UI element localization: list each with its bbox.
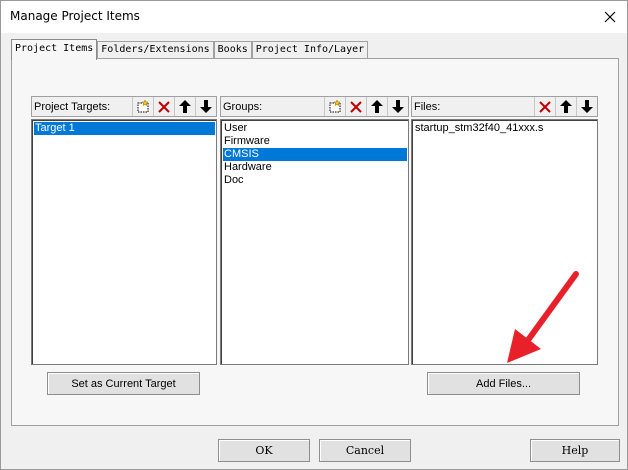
list-item[interactable]: Hardware bbox=[223, 161, 407, 174]
cancel-button[interactable]: Cancel bbox=[319, 439, 411, 462]
arrow-down-icon bbox=[581, 100, 593, 113]
targets-label: Project Targets: bbox=[34, 100, 111, 113]
list-item[interactable]: startup_stm32f40_41xxx.s bbox=[414, 122, 596, 135]
groups-panel: Groups: User Firmware CMSIS Hardware Doc bbox=[220, 96, 409, 365]
files-label: Files: bbox=[414, 100, 441, 113]
ok-button[interactable]: OK bbox=[218, 439, 310, 462]
move-file-down-button[interactable] bbox=[576, 97, 597, 116]
move-target-up-button[interactable] bbox=[174, 97, 195, 116]
list-item[interactable]: Target 1 bbox=[34, 122, 215, 135]
delete-icon bbox=[158, 100, 170, 113]
targets-panel: Project Targets: Target 1 bbox=[31, 96, 217, 365]
files-header: Files: bbox=[411, 96, 598, 117]
move-group-up-button[interactable] bbox=[366, 97, 387, 116]
delete-icon bbox=[539, 100, 551, 113]
tab-strip: Project Items Folders/Extensions Books P… bbox=[11, 39, 369, 60]
set-current-target-button[interactable]: Set as Current Target bbox=[47, 372, 200, 395]
move-target-down-button[interactable] bbox=[195, 97, 216, 116]
move-group-down-button[interactable] bbox=[387, 97, 408, 116]
arrow-down-icon bbox=[392, 100, 404, 113]
title-bar: Manage Project Items bbox=[1, 1, 627, 33]
close-button[interactable] bbox=[599, 6, 621, 28]
window-title: Manage Project Items bbox=[10, 9, 140, 23]
help-button[interactable]: Help bbox=[530, 439, 620, 462]
list-item[interactable]: User bbox=[223, 122, 407, 135]
delete-target-button[interactable] bbox=[153, 97, 174, 116]
targets-list[interactable]: Target 1 bbox=[31, 119, 217, 365]
arrow-up-icon bbox=[560, 100, 572, 113]
add-files-button[interactable]: Add Files... bbox=[427, 372, 580, 395]
delete-file-button[interactable] bbox=[534, 97, 555, 116]
annotation-arrow-icon bbox=[507, 271, 579, 363]
delete-group-button[interactable] bbox=[345, 97, 366, 116]
targets-header: Project Targets: bbox=[31, 96, 217, 117]
arrow-down-icon bbox=[200, 100, 212, 113]
list-item[interactable]: Firmware bbox=[223, 135, 407, 148]
new-item-icon bbox=[329, 99, 341, 112]
new-target-button[interactable] bbox=[132, 97, 153, 116]
new-group-button[interactable] bbox=[324, 97, 345, 116]
tab-project-items[interactable]: Project Items bbox=[11, 39, 98, 60]
groups-label: Groups: bbox=[223, 100, 263, 113]
delete-icon bbox=[350, 100, 362, 113]
close-icon bbox=[604, 11, 616, 23]
new-item-icon bbox=[137, 99, 149, 112]
groups-list[interactable]: User Firmware CMSIS Hardware Doc bbox=[220, 119, 409, 365]
groups-header: Groups: bbox=[220, 96, 409, 117]
list-item[interactable]: CMSIS bbox=[223, 148, 407, 161]
arrow-up-icon bbox=[371, 100, 383, 113]
manage-project-items-dialog: Manage Project Items Project Items Folde… bbox=[0, 0, 628, 470]
list-item[interactable]: Doc bbox=[223, 174, 407, 187]
move-file-up-button[interactable] bbox=[555, 97, 576, 116]
arrow-up-icon bbox=[179, 100, 191, 113]
